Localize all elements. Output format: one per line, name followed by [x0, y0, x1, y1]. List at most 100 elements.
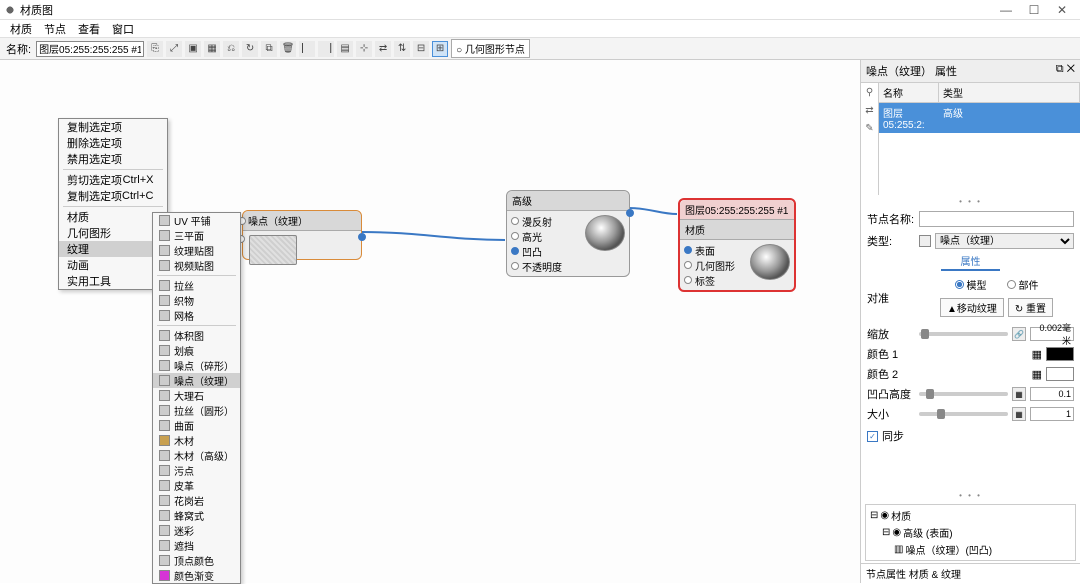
port-bump[interactable] — [511, 247, 519, 255]
advanced-port-out[interactable] — [626, 209, 634, 217]
sub-brushed-round[interactable]: 拉丝（圆形） — [153, 403, 240, 418]
tool-redo-icon[interactable]: ↻ — [242, 41, 258, 57]
sub-fabric[interactable]: 织物 — [153, 293, 240, 308]
sub-honeycomb[interactable]: 蜂窝式 — [153, 508, 240, 523]
tool-expand-icon[interactable]: ⊞ — [432, 41, 448, 57]
sub-stain[interactable]: 污点 — [153, 463, 240, 478]
sub-vertex-color[interactable]: 顶点颜色 — [153, 553, 240, 568]
search-pill[interactable]: ○ 几何图形节点 — [451, 39, 530, 58]
tool-align-l-icon[interactable]: ⎸ — [299, 41, 315, 57]
tool-grid-icon[interactable]: ▤ — [337, 41, 353, 57]
tool-fit-icon[interactable]: ⤢ — [166, 41, 182, 57]
panel-close-icon[interactable]: ✕ — [1067, 63, 1075, 75]
menu-window[interactable]: 窗口 — [106, 21, 140, 37]
bump-icon[interactable]: ▦ — [1012, 387, 1026, 401]
node-canvas[interactable]: 噪点（纹理） 高级 漫反射 高光 凹凸 不透明度 — [0, 60, 860, 583]
tab-attributes[interactable]: 属性 — [941, 252, 1000, 271]
port-geometry[interactable] — [684, 261, 692, 269]
sub-brushed[interactable]: 拉丝 — [153, 278, 240, 293]
bump-slider[interactable] — [919, 392, 1008, 396]
sub-uv-tile[interactable]: UV 平铺 — [153, 213, 240, 228]
sub-scratch[interactable]: 划痕 — [153, 343, 240, 358]
size-slider[interactable] — [919, 412, 1008, 416]
sub-wood[interactable]: 木材 — [153, 433, 240, 448]
tool-snap-icon[interactable]: ⊹ — [356, 41, 372, 57]
type-select[interactable]: 噪点（纹理） — [935, 233, 1074, 249]
ctx-cut[interactable]: 剪切选定项Ctrl+X — [59, 172, 167, 188]
sub-leather[interactable]: 皮革 — [153, 478, 240, 493]
port-out[interactable] — [358, 233, 366, 241]
tab-link-icon[interactable]: ⇄ — [861, 101, 879, 119]
size-icon[interactable]: ▦ — [1012, 407, 1026, 421]
scale-link-icon[interactable]: 🔗 — [1012, 327, 1026, 341]
panel-pop-icon[interactable]: ⧉ — [1056, 63, 1064, 75]
menu-view[interactable]: 查看 — [72, 21, 106, 37]
tool-collapse-icon[interactable]: ⊟ — [413, 41, 429, 57]
list-row-selected[interactable]: 图层05:255:2: 高级 — [879, 103, 1080, 133]
tool-save-icon[interactable]: ⎘ — [147, 41, 163, 57]
size-value[interactable]: 1 — [1030, 407, 1074, 421]
port-tag[interactable] — [684, 276, 692, 284]
color2-picker-icon[interactable]: ▦ — [1032, 368, 1042, 381]
texture-submenu[interactable]: UV 平铺 三平面 纹理贴图 视频贴图 拉丝 织物 网格 体积图 划痕 噪点（碎… — [152, 212, 241, 584]
tree-collapse-icon[interactable]: ⊟ — [870, 510, 878, 521]
minimize-button[interactable]: — — [992, 3, 1020, 17]
material-tree[interactable]: ⊟ ◉ 材质 ⊟ ◉ 高级 (表面) ▥ 噪点（纹理）(凹凸) — [865, 504, 1076, 561]
sub-texture-map[interactable]: 纹理贴图 — [153, 243, 240, 258]
collapse-handle-2[interactable]: • • • — [861, 489, 1080, 502]
port-specular[interactable] — [511, 232, 519, 240]
port-opacity[interactable] — [511, 262, 519, 270]
sub-noise-texture[interactable]: 噪点（纹理） — [153, 373, 240, 388]
node-layer[interactable]: 图层05:255:255:255 #1 材质 表面 几何图形 标签 — [678, 198, 796, 292]
tool-delete-icon[interactable]: 🗑 — [280, 41, 296, 57]
tree-collapse-icon-2[interactable]: ⊟ — [882, 527, 890, 538]
sub-gradient[interactable]: 颜色渐变 — [153, 568, 240, 583]
color1-picker-icon[interactable]: ▦ — [1032, 348, 1042, 361]
sub-noise-fractal[interactable]: 噪点（碎形） — [153, 358, 240, 373]
node-advanced[interactable]: 高级 漫反射 高光 凹凸 不透明度 — [506, 190, 630, 277]
collapse-handle[interactable]: • • • — [861, 195, 1080, 208]
tool-zoom-all-icon[interactable]: ▦ — [204, 41, 220, 57]
node-noise[interactable]: 噪点（纹理） — [242, 210, 362, 260]
bump-value[interactable]: 0.1 — [1030, 387, 1074, 401]
ctx-duplicate[interactable]: 复制选定项 — [59, 119, 167, 135]
sync-checkbox[interactable]: ✓ — [867, 431, 878, 442]
tool-align-r-icon[interactable]: ⎹ — [318, 41, 334, 57]
radio-part[interactable]: 部件 — [1007, 277, 1039, 292]
tool-layout-h-icon[interactable]: ⇄ — [375, 41, 391, 57]
sub-mesh[interactable]: 网格 — [153, 308, 240, 323]
tool-undo-icon[interactable]: ⎌ — [223, 41, 239, 57]
sub-camo[interactable]: 迷彩 — [153, 523, 240, 538]
tool-layout-v-icon[interactable]: ⇅ — [394, 41, 410, 57]
tab-search-icon[interactable]: ⚲ — [861, 83, 879, 101]
menu-node[interactable]: 节点 — [38, 21, 72, 37]
sub-volume[interactable]: 体积图 — [153, 328, 240, 343]
sub-granite[interactable]: 花岗岩 — [153, 493, 240, 508]
tool-zoom-sel-icon[interactable]: ▣ — [185, 41, 201, 57]
sub-video-map[interactable]: 视频贴图 — [153, 258, 240, 273]
name-input[interactable] — [36, 41, 144, 57]
ctx-disable[interactable]: 禁用选定项 — [59, 151, 167, 167]
ctx-copy[interactable]: 复制选定项Ctrl+C — [59, 188, 167, 204]
tool-copy-icon[interactable]: ⧉ — [261, 41, 277, 57]
scale-value[interactable]: 0.002毫米 — [1030, 327, 1074, 341]
close-button[interactable]: ✕ — [1048, 3, 1076, 17]
tab-edit-icon[interactable]: ✎ — [861, 119, 879, 137]
sub-occlusion[interactable]: 遮挡 — [153, 538, 240, 553]
sub-wood-adv[interactable]: 木材（高级） — [153, 448, 240, 463]
sub-surface[interactable]: 曲面 — [153, 418, 240, 433]
ctx-delete[interactable]: 删除选定项 — [59, 135, 167, 151]
port-surface[interactable] — [684, 246, 692, 254]
scale-slider[interactable] — [919, 332, 1008, 336]
maximize-button[interactable]: ☐ — [1020, 3, 1048, 17]
menu-material[interactable]: 材质 — [4, 21, 38, 37]
radio-model[interactable]: 模型 — [955, 277, 987, 292]
color1-swatch[interactable] — [1046, 347, 1074, 361]
node-name-input[interactable] — [919, 211, 1074, 227]
sub-triplanar[interactable]: 三平面 — [153, 228, 240, 243]
sub-marble[interactable]: 大理石 — [153, 388, 240, 403]
color2-swatch[interactable] — [1046, 367, 1074, 381]
port-diffuse[interactable] — [511, 217, 519, 225]
move-texture-button[interactable]: ▲移动纹理 — [940, 298, 1004, 317]
reset-button[interactable]: ↻ 重置 — [1008, 298, 1053, 317]
